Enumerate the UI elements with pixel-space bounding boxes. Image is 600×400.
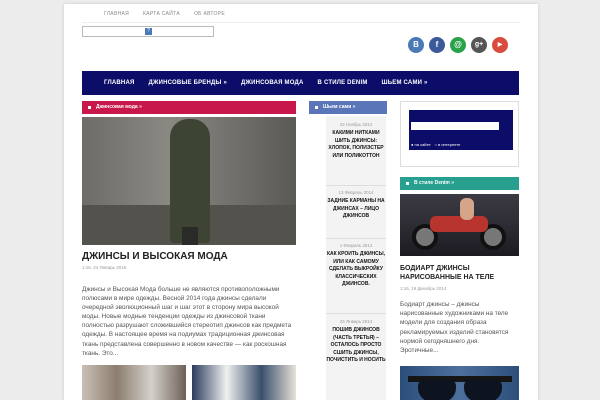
google-plus-icon[interactable]: g+	[471, 37, 487, 53]
right-post-meta: 1:16, 19 Декабрь 2014	[400, 286, 447, 291]
divider	[326, 238, 386, 239]
youtube-icon[interactable]: ▶	[492, 37, 508, 53]
list-item-date: 1 Февраль 2014	[339, 243, 373, 248]
list-item[interactable]: 25 Январь 2014 ПОШИВ ДЖИНСОВ (ЧАСТЬ ТРЕТ…	[326, 319, 386, 365]
feature-title[interactable]: ДЖИНСЫ И ВЫСОКАЯ МОДА	[82, 251, 296, 262]
list-item-date: 13 Февраль 2014	[338, 190, 374, 195]
top-nav-sitemap[interactable]: КАРТА САЙТА	[143, 11, 180, 17]
section-bar-denim[interactable]: В стиле Denim »	[400, 177, 519, 190]
right-post-excerpt: Бодиарт джинсы – джинсы нарисованные худ…	[400, 301, 509, 355]
main-nav-home[interactable]: ГЛАВНАЯ	[104, 80, 135, 86]
thumb-image-2[interactable]	[192, 365, 296, 400]
section-bar-fashion[interactable]: Джинсовая мода »	[82, 101, 296, 114]
list-item-title[interactable]: КАК КРОИТЬ ДЖИНСЫ, ИЛИ КАК САМОМУ СДЕЛАТ…	[326, 251, 386, 289]
list-item[interactable]: 1 Февраль 2014 КАК КРОИТЬ ДЖИНСЫ, ИЛИ КА…	[326, 243, 386, 289]
divider	[82, 22, 520, 23]
radio-site[interactable]: ● на сайте	[411, 142, 431, 147]
main-nav-sewing[interactable]: ШЬЕМ САМИ »	[382, 80, 428, 86]
list-item-title[interactable]: ПОШИВ ДЖИНСОВ (ЧАСТЬ ТРЕТЬЯ) – ОСТАЛОСЬ …	[326, 327, 386, 365]
main-nav-brands[interactable]: ДЖИНСОВЫЕ БРЕНДЫ »	[149, 80, 227, 86]
divider	[326, 185, 386, 186]
list-item[interactable]: 13 Февраль 2014 ЗАДНИЕ КАРМАНЫ НА ДЖИНСА…	[326, 190, 386, 221]
mail-icon[interactable]: @	[450, 37, 466, 53]
feature-meta: 1:16, 24 Январь 2015	[82, 265, 127, 270]
list-item-title[interactable]: КАКИМИ НИТКАМИ ШИТЬ ДЖИНСЫ: ХЛОПОК, ПОЛИ…	[326, 130, 386, 160]
feature-excerpt: Джинсы и Высокая Мода больше не являются…	[82, 286, 292, 357]
main-nav-denim-style[interactable]: В СТИЛЕ DENIM	[318, 80, 368, 86]
right-post-image[interactable]	[400, 194, 519, 256]
search-icon[interactable]: ?	[145, 28, 152, 35]
section-bar-sewing[interactable]: Шьем сами »	[309, 101, 387, 114]
page: ГЛАВНАЯ КАРТА САЙТА ОБ АВТОРЕ ? B f @ g+…	[64, 4, 538, 400]
vk-icon[interactable]: B	[408, 37, 424, 53]
list-item[interactable]: 22 Ноябрь 2014 КАКИМИ НИТКАМИ ШИТЬ ДЖИНС…	[326, 122, 386, 160]
main-nav: ГЛАВНАЯ ДЖИНСОВЫЕ БРЕНДЫ » ДЖИНСОВАЯ МОД…	[82, 71, 519, 95]
search-scope: ● на сайте ○ в интернете	[411, 142, 460, 147]
search-input[interactable]: ?	[82, 26, 214, 37]
facebook-icon[interactable]: f	[429, 37, 445, 53]
social-links: B f @ g+ ▶	[408, 37, 508, 53]
feature-image[interactable]	[82, 117, 296, 245]
divider	[326, 313, 386, 314]
main-nav-fashion[interactable]: ДЖИНСОВАЯ МОДА	[241, 80, 304, 86]
radio-web[interactable]: ○ в интернете	[435, 142, 461, 147]
search-widget-input[interactable]	[411, 122, 499, 130]
list-item-date: 22 Ноябрь 2014	[339, 122, 373, 127]
thumb-image-1[interactable]	[82, 365, 186, 400]
top-nav-home[interactable]: ГЛАВНАЯ	[104, 11, 129, 17]
right-post-title[interactable]: БОДИАРТ ДЖИНСЫ НАРИСОВАННЫЕ НА ТЕЛЕ	[400, 264, 519, 282]
list-item-date: 25 Январь 2014	[339, 319, 373, 324]
top-nav: ГЛАВНАЯ КАРТА САЙТА ОБ АВТОРЕ	[104, 11, 225, 17]
top-nav-about[interactable]: ОБ АВТОРЕ	[194, 11, 225, 17]
right-thumb-image[interactable]	[400, 366, 519, 400]
list-item-title[interactable]: ЗАДНИЕ КАРМАНЫ НА ДЖИНСАХ – ЛИЦО ДЖИНСОВ	[326, 198, 386, 221]
search-widget: ● на сайте ○ в интернете	[400, 101, 519, 167]
